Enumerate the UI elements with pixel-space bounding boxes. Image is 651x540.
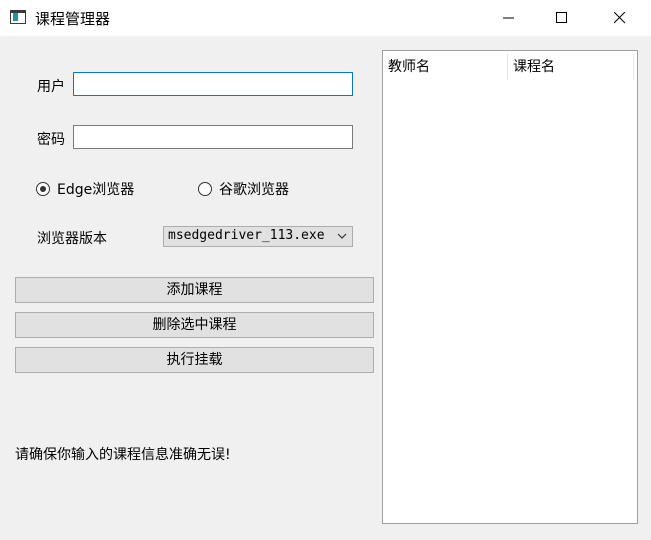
course-table[interactable]: 教师名 课程名: [382, 50, 638, 524]
radio-label: Edge浏览器: [57, 182, 135, 198]
radio-chrome-browser[interactable]: 谷歌浏览器: [198, 179, 289, 199]
radio-label: 谷歌浏览器: [219, 182, 289, 198]
execute-mount-button[interactable]: 执行挂载: [15, 347, 374, 373]
user-input[interactable]: [73, 72, 353, 96]
column-header-course[interactable]: 课程名: [508, 51, 631, 81]
dropdown-value: msedgedriver_113.exe: [168, 228, 325, 243]
window-title: 课程管理器: [35, 10, 111, 28]
app-window-icon: [10, 10, 26, 24]
browser-version-dropdown[interactable]: msedgedriver_113.exe: [163, 226, 353, 247]
maximize-button[interactable]: [539, 0, 585, 36]
add-course-button[interactable]: 添加课程: [15, 277, 374, 303]
delete-selected-course-button[interactable]: 删除选中课程: [15, 312, 374, 338]
chevron-down-icon: [337, 233, 347, 239]
close-button[interactable]: [597, 0, 643, 36]
radio-selected-icon: [36, 182, 50, 196]
title-bar: 课程管理器: [0, 0, 651, 36]
password-label: 密码: [37, 132, 65, 148]
minimize-button[interactable]: [486, 0, 532, 36]
user-label: 用户: [37, 79, 65, 95]
browser-version-label: 浏览器版本: [37, 231, 107, 247]
close-icon: [614, 12, 626, 24]
table-header: 教师名 课程名: [383, 51, 637, 81]
radio-edge-browser[interactable]: Edge浏览器: [36, 179, 134, 199]
notice-text: 请确保你输入的课程信息准确无误!: [15, 447, 231, 463]
password-input[interactable]: [73, 125, 353, 149]
column-header-teacher[interactable]: 教师名: [383, 51, 506, 81]
radio-unselected-icon: [198, 182, 212, 196]
minimize-icon: [503, 17, 514, 19]
maximize-icon: [556, 12, 567, 23]
